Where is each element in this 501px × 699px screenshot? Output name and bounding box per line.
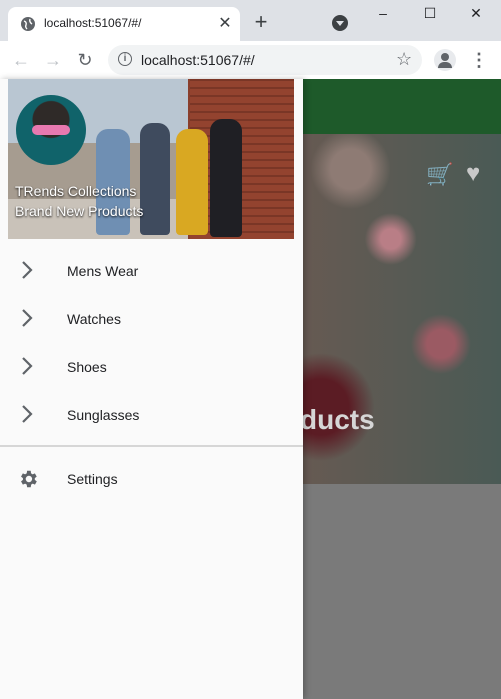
chevron-right-icon xyxy=(22,309,33,327)
drawer-item-label: Mens Wear xyxy=(67,263,139,279)
close-window-button[interactable]: ✕ xyxy=(462,3,490,23)
new-tab-button[interactable]: + xyxy=(251,11,271,33)
drawer-item-label: Sunglasses xyxy=(67,407,140,423)
bookmark-star-icon[interactable]: ☆ xyxy=(396,49,412,70)
drawer-item-mens-wear[interactable]: Mens Wear xyxy=(0,247,303,295)
back-button[interactable]: ← xyxy=(9,48,33,72)
drawer-item-label: Shoes xyxy=(67,359,107,375)
drawer-item-shoes[interactable]: Shoes xyxy=(0,343,303,391)
drawer-header-subtitle: Brand New Products xyxy=(15,203,144,219)
drawer-item-settings[interactable]: Settings xyxy=(0,455,303,503)
cart-icon[interactable]: 🛒 xyxy=(426,162,453,188)
drawer-header: TRends Collections Brand New Products xyxy=(8,79,294,239)
chevron-right-icon xyxy=(22,261,33,279)
minimize-button[interactable]: – xyxy=(369,3,397,23)
sunglasses-graphic xyxy=(32,125,70,135)
header-person-image xyxy=(176,129,208,235)
chevron-right-icon xyxy=(22,405,33,423)
tab-close-button[interactable]: ✕ xyxy=(216,15,234,33)
chevron-right-icon xyxy=(22,357,33,375)
address-bar[interactable]: i localhost:51067/#/ ☆ xyxy=(108,45,422,75)
browser-tab[interactable]: localhost:51067/#/ ✕ xyxy=(8,7,240,41)
header-person-image xyxy=(96,129,130,235)
heart-icon[interactable]: ♥ xyxy=(466,160,480,188)
forward-button[interactable]: → xyxy=(41,48,65,72)
gear-icon xyxy=(21,470,37,488)
drawer-item-watches[interactable]: Watches xyxy=(0,295,303,343)
tab-search-button[interactable] xyxy=(332,15,348,31)
navigation-drawer: TRends Collections Brand New Products Me… xyxy=(0,79,303,699)
globe-icon xyxy=(21,17,35,31)
drawer-item-sunglasses[interactable]: Sunglasses xyxy=(0,391,303,439)
header-person-image xyxy=(140,123,170,235)
url-text: localhost:51067/#/ xyxy=(141,52,255,68)
drawer-item-label: Watches xyxy=(67,311,121,327)
browser-tab-strip: localhost:51067/#/ ✕ + – ☐ ✕ xyxy=(0,0,501,41)
drawer-item-label: Settings xyxy=(67,471,118,487)
tab-title: localhost:51067/#/ xyxy=(44,16,142,30)
drawer-header-title: TRends Collections xyxy=(15,183,137,199)
browser-toolbar: ← → ↻ i localhost:51067/#/ ☆ ⋮ xyxy=(0,41,501,80)
drawer-divider xyxy=(0,445,303,447)
hero-headline: ducts xyxy=(300,404,375,435)
browser-menu-button[interactable]: ⋮ xyxy=(470,49,488,71)
header-person-image xyxy=(210,119,242,237)
reload-button[interactable]: ↻ xyxy=(73,48,97,72)
profile-icon[interactable] xyxy=(434,49,456,71)
profile-avatar xyxy=(16,95,86,165)
site-info-icon[interactable]: i xyxy=(118,52,132,66)
maximize-button[interactable]: ☐ xyxy=(416,3,444,23)
